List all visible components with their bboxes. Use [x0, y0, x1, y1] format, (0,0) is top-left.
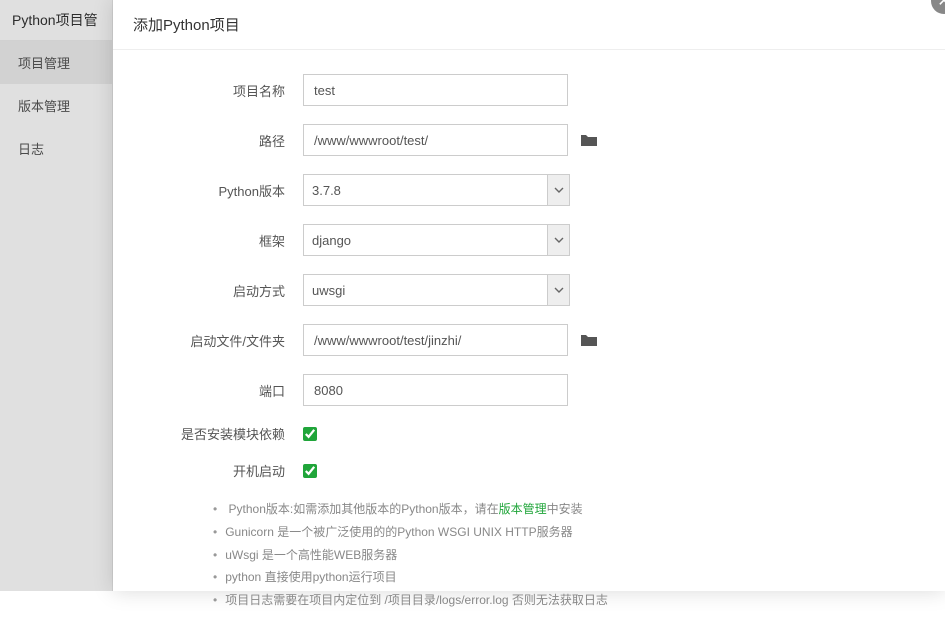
input-path[interactable] — [303, 124, 568, 156]
help-line-2: Gunicorn 是一个被广泛使用的的Python WSGI UNIX HTTP… — [213, 521, 905, 544]
checkbox-install-deps[interactable] — [303, 427, 317, 441]
row-python-version: Python版本 3.7.8 — [153, 174, 905, 206]
checkbox-boot-start[interactable] — [303, 464, 317, 478]
folder-icon-startup[interactable] — [580, 333, 598, 347]
label-port: 端口 — [153, 381, 303, 400]
input-port[interactable] — [303, 374, 568, 406]
label-install-deps: 是否安装模块依赖 — [153, 424, 303, 443]
row-port: 端口 — [153, 374, 905, 406]
row-startup-mode: 启动方式 uwsgi — [153, 274, 905, 306]
row-framework: 框架 django — [153, 224, 905, 256]
row-path: 路径 — [153, 124, 905, 156]
close-button[interactable]: ✕ — [931, 0, 945, 14]
close-icon: ✕ — [937, 0, 945, 11]
row-boot-start: 开机启动 — [153, 461, 905, 480]
help-line-5: 项目日志需要在项目内定位到 /项目目录/logs/error.log 否则无法获… — [213, 589, 905, 612]
add-python-project-modal: 添加Python项目 ✕ 项目名称 路径 Python版本 3.7.8 — [113, 0, 945, 591]
help-line-1: Python版本:如需添加其他版本的Python版本，请在版本管理中安装 — [213, 498, 905, 521]
modal-body: 项目名称 路径 Python版本 3.7.8 框架 — [113, 50, 945, 622]
select-python-version[interactable]: 3.7.8 — [303, 174, 570, 206]
modal-header: 添加Python项目 ✕ — [113, 0, 945, 50]
select-framework[interactable]: django — [303, 224, 570, 256]
label-startup-file: 启动文件/文件夹 — [153, 331, 303, 350]
input-startup-file[interactable] — [303, 324, 568, 356]
label-name: 项目名称 — [153, 81, 303, 100]
modal-title: 添加Python项目 — [133, 17, 240, 34]
help-line-4: python 直接使用python运行项目 — [213, 566, 905, 589]
label-framework: 框架 — [153, 231, 303, 250]
row-name: 项目名称 — [153, 74, 905, 106]
help-list: Python版本:如需添加其他版本的Python版本，请在版本管理中安装 Gun… — [213, 498, 905, 612]
input-name[interactable] — [303, 74, 568, 106]
folder-icon-path[interactable] — [580, 133, 598, 147]
label-boot-start: 开机启动 — [153, 461, 303, 480]
label-python-version: Python版本 — [153, 181, 303, 200]
label-path: 路径 — [153, 131, 303, 150]
label-startup-mode: 启动方式 — [153, 281, 303, 300]
select-startup-mode[interactable]: uwsgi — [303, 274, 570, 306]
row-install-deps: 是否安装模块依赖 — [153, 424, 905, 443]
help-line-3: uWsgi 是一个高性能WEB服务器 — [213, 544, 905, 567]
row-startup-file: 启动文件/文件夹 — [153, 324, 905, 356]
help-version-link[interactable]: 版本管理 — [499, 502, 547, 516]
